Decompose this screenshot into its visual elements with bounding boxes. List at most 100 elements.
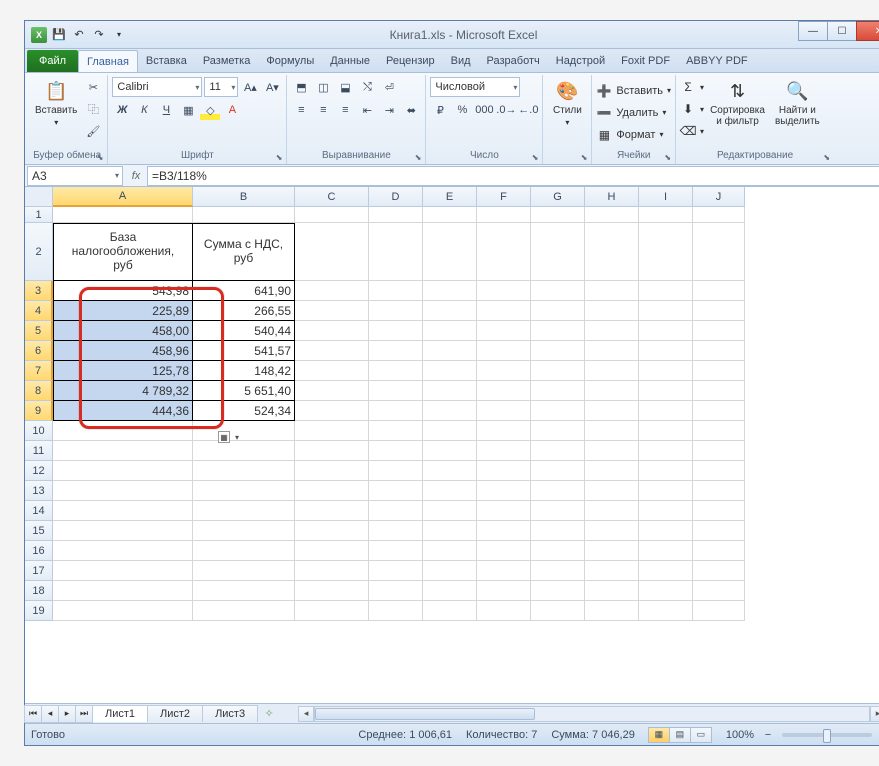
cell-D14[interactable]	[369, 501, 423, 521]
row-header-7[interactable]: 7	[25, 361, 53, 381]
row-headers[interactable]: 12345678910111213141516171819	[25, 207, 53, 703]
ribbon-tab-разработч[interactable]: Разработч	[479, 50, 548, 72]
cell-F18[interactable]	[477, 581, 531, 601]
insert-cells-button[interactable]: ➕Вставить▾	[596, 81, 671, 101]
cell-J19[interactable]	[693, 601, 745, 621]
comma-icon[interactable]: 000	[474, 100, 494, 120]
ribbon-tab-надстрой[interactable]: Надстрой	[548, 50, 613, 72]
cell-C11[interactable]	[295, 441, 369, 461]
cell-C13[interactable]	[295, 481, 369, 501]
cell-G6[interactable]	[531, 341, 585, 361]
ribbon-tab-главная[interactable]: Главная	[78, 50, 138, 72]
sheet-tab-Лист3[interactable]: Лист3	[202, 705, 258, 722]
cell-F19[interactable]	[477, 601, 531, 621]
cell-C3[interactable]	[295, 281, 369, 301]
cell-E19[interactable]	[423, 601, 477, 621]
cell-B1[interactable]	[193, 207, 295, 223]
cell-I11[interactable]	[639, 441, 693, 461]
cell-D4[interactable]	[369, 301, 423, 321]
save-icon[interactable]: 💾	[51, 27, 67, 43]
cell-E15[interactable]	[423, 521, 477, 541]
cell-I8[interactable]	[639, 381, 693, 401]
cell-C7[interactable]	[295, 361, 369, 381]
cell-I12[interactable]	[639, 461, 693, 481]
cell-G1[interactable]	[531, 207, 585, 223]
cell-J8[interactable]	[693, 381, 745, 401]
cell-H8[interactable]	[585, 381, 639, 401]
cells[interactable]: База налогообложения, рубСумма с НДС, ру…	[53, 207, 745, 621]
cell-D6[interactable]	[369, 341, 423, 361]
cell-H3[interactable]	[585, 281, 639, 301]
cell-C17[interactable]	[295, 561, 369, 581]
autofill-options-icon[interactable]: ▦	[218, 431, 230, 443]
cell-F4[interactable]	[477, 301, 531, 321]
cell-I16[interactable]	[639, 541, 693, 561]
cell-G15[interactable]	[531, 521, 585, 541]
cell-I5[interactable]	[639, 321, 693, 341]
cell-B3[interactable]: 641,90	[193, 281, 295, 301]
cell-E17[interactable]	[423, 561, 477, 581]
cell-E10[interactable]	[423, 421, 477, 441]
scroll-left-icon[interactable]: ◂	[298, 706, 314, 722]
cell-H17[interactable]	[585, 561, 639, 581]
font-color-icon[interactable]: A	[222, 100, 242, 120]
cell-A16[interactable]	[53, 541, 193, 561]
cell-E16[interactable]	[423, 541, 477, 561]
cell-J15[interactable]	[693, 521, 745, 541]
undo-icon[interactable]: ↶	[71, 27, 87, 43]
row-header-1[interactable]: 1	[25, 207, 53, 223]
cell-B7[interactable]: 148,42	[193, 361, 295, 381]
cell-G13[interactable]	[531, 481, 585, 501]
cell-C9[interactable]	[295, 401, 369, 421]
cell-I3[interactable]	[639, 281, 693, 301]
cell-H1[interactable]	[585, 207, 639, 223]
cell-F2[interactable]	[477, 223, 531, 281]
cell-D5[interactable]	[369, 321, 423, 341]
cell-A18[interactable]	[53, 581, 193, 601]
qat-dropdown-icon[interactable]: ▾	[111, 27, 127, 43]
cell-D16[interactable]	[369, 541, 423, 561]
row-header-10[interactable]: 10	[25, 421, 53, 441]
col-header-F[interactable]: F	[477, 187, 531, 207]
cell-J13[interactable]	[693, 481, 745, 501]
cell-I6[interactable]	[639, 341, 693, 361]
font-name-combo[interactable]: Calibri	[112, 77, 202, 97]
clear-button[interactable]: ⌫▾	[680, 121, 704, 141]
cell-H19[interactable]	[585, 601, 639, 621]
merge-icon[interactable]: ⬌	[401, 100, 421, 120]
ribbon-tab-вид[interactable]: Вид	[443, 50, 479, 72]
italic-icon[interactable]: К	[134, 100, 154, 120]
cell-D18[interactable]	[369, 581, 423, 601]
ribbon-tab-вставка[interactable]: Вставка	[138, 50, 195, 72]
ribbon-tab-рецензир[interactable]: Рецензир	[378, 50, 443, 72]
cell-D7[interactable]	[369, 361, 423, 381]
format-cells-button[interactable]: ▦Формат▾	[596, 125, 663, 145]
ribbon-tab-данные[interactable]: Данные	[322, 50, 378, 72]
cell-B2[interactable]: Сумма с НДС, руб	[193, 223, 295, 281]
cell-H11[interactable]	[585, 441, 639, 461]
cell-D17[interactable]	[369, 561, 423, 581]
ribbon-tab-формулы[interactable]: Формулы	[258, 50, 322, 72]
cell-F10[interactable]	[477, 421, 531, 441]
cell-B13[interactable]	[193, 481, 295, 501]
orientation-icon[interactable]: ⤭	[357, 77, 377, 97]
row-header-15[interactable]: 15	[25, 521, 53, 541]
cell-F11[interactable]	[477, 441, 531, 461]
cell-A11[interactable]	[53, 441, 193, 461]
col-header-G[interactable]: G	[531, 187, 585, 207]
ribbon-tab-foxit pdf[interactable]: Foxit PDF	[613, 50, 678, 72]
underline-icon[interactable]: Ч	[156, 100, 176, 120]
cell-D3[interactable]	[369, 281, 423, 301]
cell-E14[interactable]	[423, 501, 477, 521]
cell-D9[interactable]	[369, 401, 423, 421]
cell-J2[interactable]	[693, 223, 745, 281]
cell-G7[interactable]	[531, 361, 585, 381]
cell-H6[interactable]	[585, 341, 639, 361]
sheet-first-icon[interactable]: ⏮	[24, 705, 42, 723]
paste-button[interactable]: 📋 Вставить ▾	[31, 77, 81, 129]
cell-A4[interactable]: 225,89	[53, 301, 193, 321]
cell-C6[interactable]	[295, 341, 369, 361]
new-sheet-icon[interactable]: ✧	[260, 707, 278, 720]
cell-E6[interactable]	[423, 341, 477, 361]
cell-I1[interactable]	[639, 207, 693, 223]
